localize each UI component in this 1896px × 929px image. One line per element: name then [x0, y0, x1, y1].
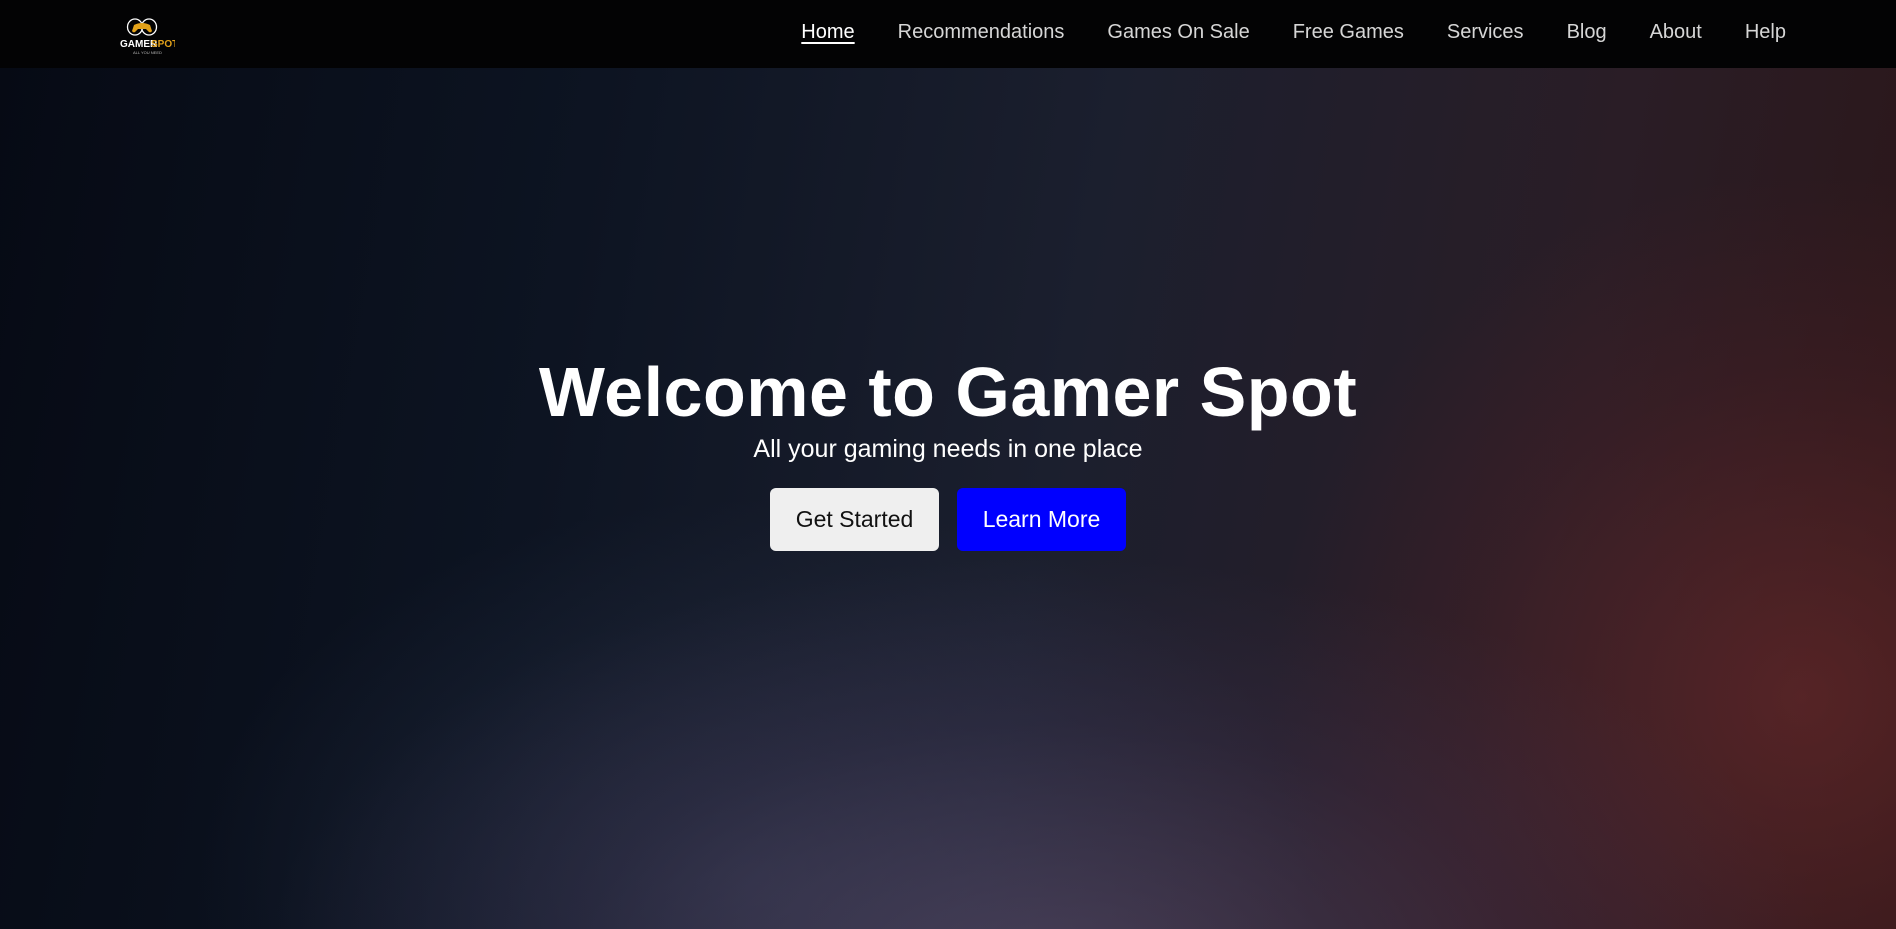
- hero-buttons: Get Started Learn More: [0, 488, 1896, 551]
- nav-home[interactable]: Home: [801, 21, 854, 44]
- nav-games-on-sale[interactable]: Games On Sale: [1107, 21, 1249, 44]
- logo-tagline: ALL YOU NEED: [133, 50, 162, 55]
- nav-about[interactable]: About: [1650, 21, 1702, 44]
- get-started-button[interactable]: Get Started: [770, 488, 939, 551]
- logo-text-accent: SPOT: [151, 39, 175, 50]
- top-navbar: GAMER SPOT ALL YOU NEED Home Recommendat…: [0, 0, 1896, 68]
- hero-subtitle: All your gaming needs in one place: [753, 435, 1143, 463]
- hero-title: Welcome to Gamer Spot: [538, 353, 1358, 431]
- page: GAMER SPOT ALL YOU NEED Home Recommendat…: [0, 0, 1896, 929]
- hero-section: Welcome to Gamer Spot All your gaming ne…: [0, 350, 1896, 551]
- site-logo[interactable]: GAMER SPOT ALL YOU NEED: [119, 14, 175, 58]
- game-controller-icon: GAMER SPOT ALL YOU NEED: [120, 18, 175, 55]
- nav-services[interactable]: Services: [1447, 21, 1524, 44]
- learn-more-button[interactable]: Learn More: [957, 488, 1126, 551]
- nav-links: Home Recommendations Games On Sale Free …: [801, 0, 1786, 64]
- nav-help[interactable]: Help: [1745, 21, 1786, 44]
- nav-free-games[interactable]: Free Games: [1293, 21, 1404, 44]
- nav-blog[interactable]: Blog: [1567, 21, 1607, 44]
- nav-recommendations[interactable]: Recommendations: [898, 21, 1065, 44]
